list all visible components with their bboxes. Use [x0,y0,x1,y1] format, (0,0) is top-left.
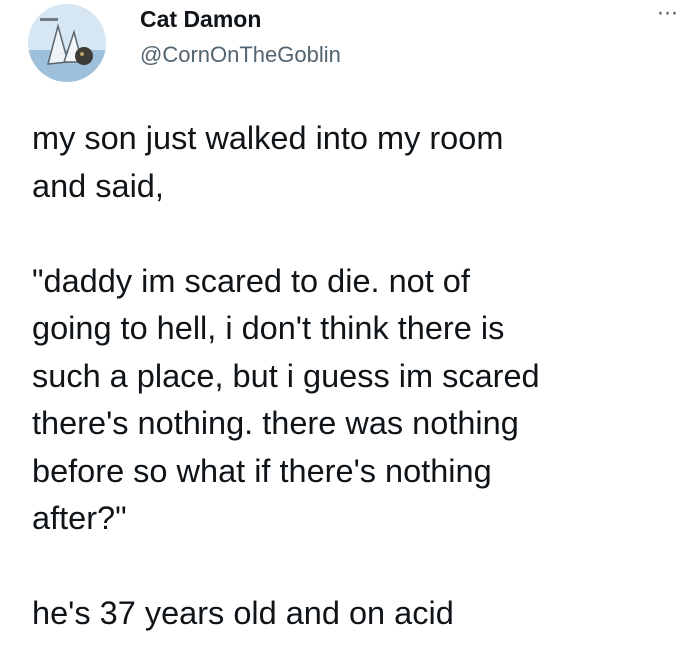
tweet-card: Cat Damon @CornOnTheGoblin ··· my son ju… [0,0,700,658]
tweet-paragraph: my son just walked into my room and said… [32,120,504,204]
avatar-image [28,4,106,82]
author-handle[interactable]: @CornOnTheGoblin [140,42,341,68]
avatar[interactable] [28,4,106,82]
tweet-paragraph: he's 37 years old and on acid [32,595,454,631]
tweet-header: Cat Damon @CornOnTheGoblin ··· [28,0,678,86]
tweet-text: my son just walked into my room and said… [32,115,672,638]
tweet-paragraph: "daddy im scared to die. not of going to… [32,262,540,537]
author-name[interactable]: Cat Damon [140,6,261,33]
more-options-icon[interactable]: ··· [647,1,687,30]
